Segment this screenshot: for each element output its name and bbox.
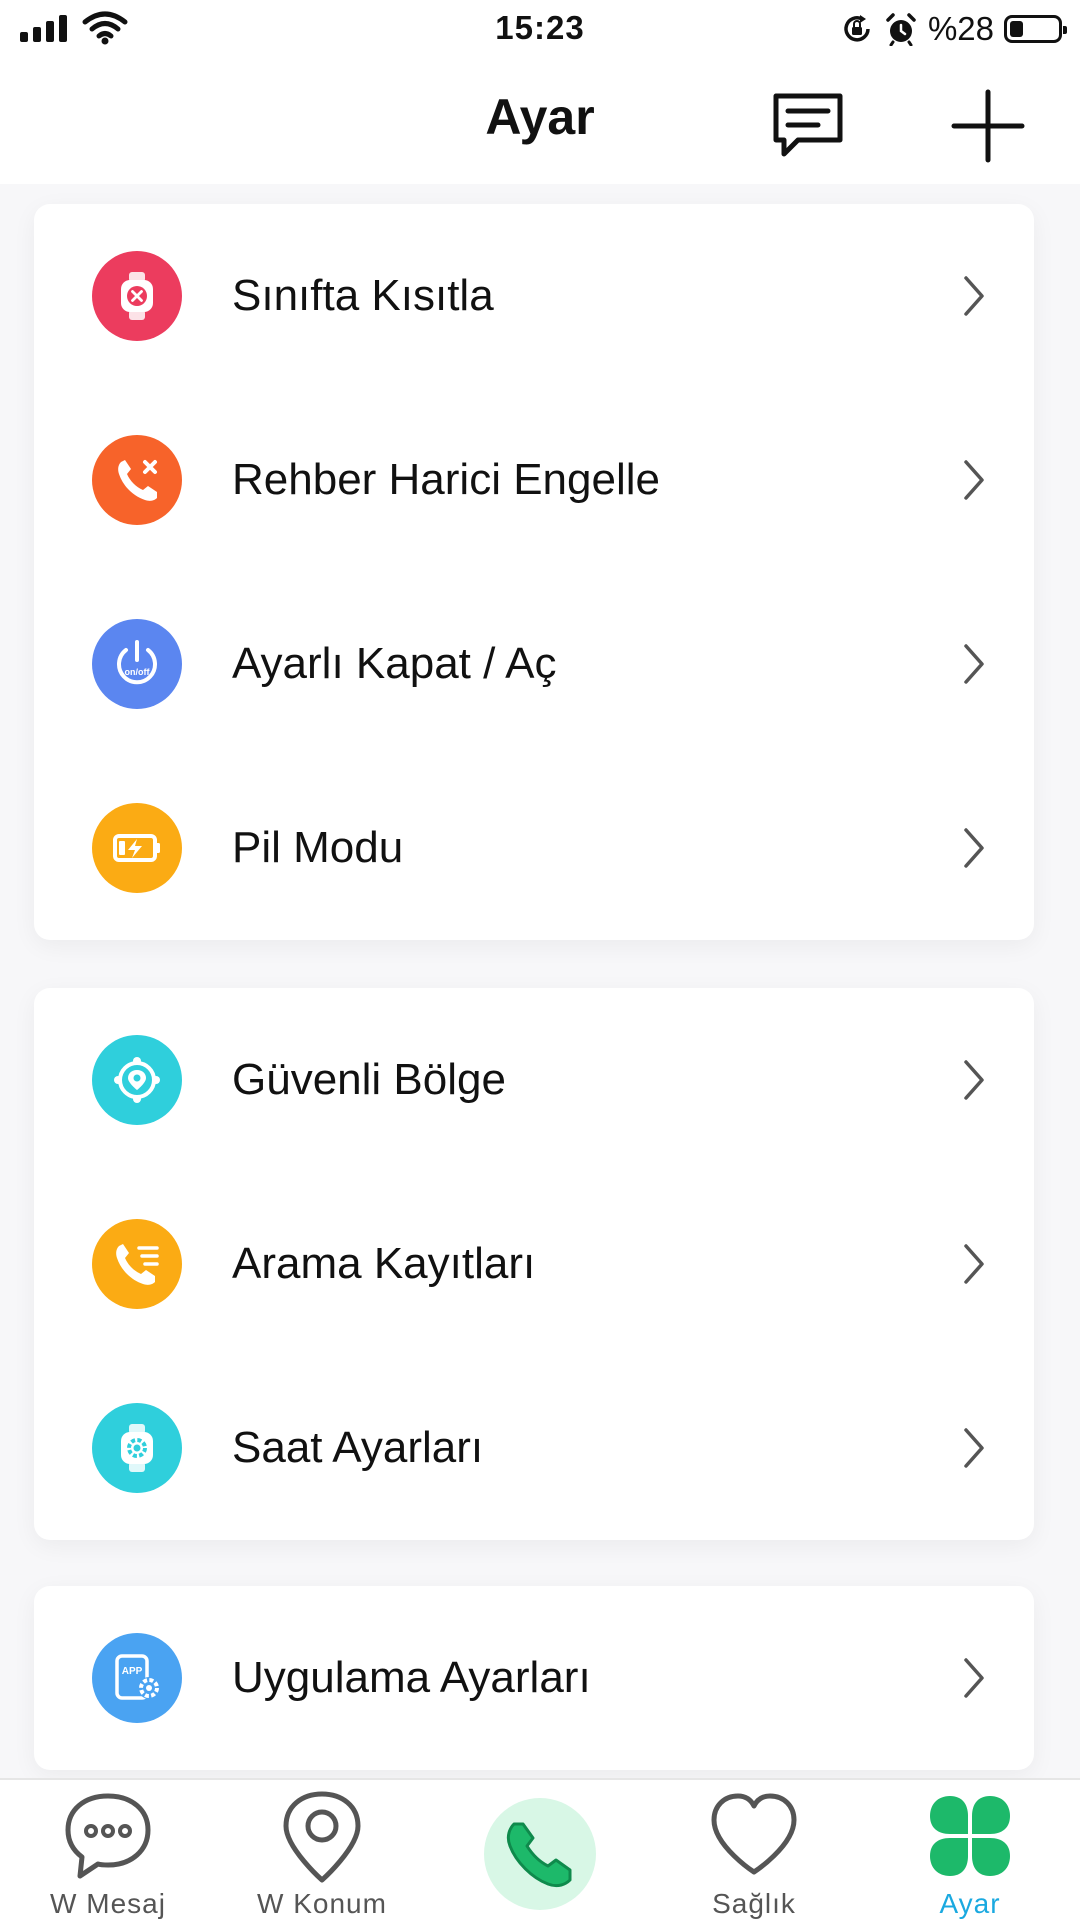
menu-item-label: Ayarlı Kapat / Aç: [232, 639, 557, 688]
app-settings-icon: APP: [92, 1633, 182, 1723]
tab-label: W Mesaj: [50, 1888, 166, 1919]
clover-icon: [930, 1796, 1010, 1876]
phone-icon: [506, 1822, 572, 1888]
menu-item-block-non-contacts[interactable]: Rehber Harici Engelle: [34, 388, 1034, 572]
menu-item-label: Uygulama Ayarları: [232, 1653, 591, 1702]
tab-label: W Konum: [257, 1888, 387, 1919]
menu-item-watch-settings[interactable]: Saat Ayarları: [34, 1356, 1034, 1540]
battery-percent: %28: [927, 10, 994, 47]
status-bar: 15:23 %28: [0, 0, 1080, 62]
location-pin-icon: [283, 1791, 361, 1883]
watch-settings-icon: [92, 1403, 182, 1493]
tab-bar: W Mesaj W Konum Sağlık Ayar: [0, 1778, 1080, 1922]
call-log-icon: [92, 1219, 182, 1309]
power-icon-text: on/off: [125, 667, 151, 677]
tab-w-mesaj[interactable]: W Mesaj: [18, 1780, 198, 1922]
settings-group-3: APP Uygulama Ayarları: [34, 1586, 1034, 1770]
chat-bubble-icon: [65, 1793, 151, 1879]
call-block-icon: [92, 435, 182, 525]
chevron-right-icon: [964, 828, 984, 868]
menu-item-label: Sınıfta Kısıtla: [232, 271, 494, 320]
tab-w-konum[interactable]: W Konum: [232, 1780, 412, 1922]
menu-item-call-log[interactable]: Arama Kayıtları: [34, 1172, 1034, 1356]
chevron-right-icon: [964, 1060, 984, 1100]
app-icon-text: APP: [122, 1666, 143, 1677]
menu-item-label: Pil Modu: [232, 823, 404, 872]
chevron-right-icon: [964, 1428, 984, 1468]
call-button[interactable]: [484, 1798, 596, 1910]
chevron-right-icon: [964, 644, 984, 684]
chevron-right-icon: [964, 460, 984, 500]
menu-item-safe-zone[interactable]: Güvenli Bölge: [34, 988, 1034, 1172]
message-icon: [773, 93, 843, 157]
menu-item-app-settings[interactable]: APP Uygulama Ayarları: [34, 1586, 1034, 1770]
tab-label: Sağlık: [712, 1888, 796, 1919]
orientation-lock-icon: [844, 15, 870, 42]
safe-zone-icon: [92, 1035, 182, 1125]
tab-label: Ayar: [939, 1888, 1001, 1919]
header: Ayar: [0, 62, 1080, 184]
alarm-icon: [886, 13, 916, 46]
settings-group-2: Güvenli Bölge Arama Kayıtları Saat Ayarl…: [34, 988, 1034, 1540]
settings-group-1: Sınıfta Kısıtla Rehber Harici Engelle on…: [34, 204, 1034, 940]
watch-block-icon: [92, 251, 182, 341]
tab-ayar[interactable]: Ayar: [880, 1780, 1060, 1922]
menu-item-label: Arama Kayıtları: [232, 1239, 536, 1288]
plus-icon: [951, 89, 1025, 163]
add-button[interactable]: [948, 86, 1028, 166]
battery-icon: [1004, 15, 1067, 43]
menu-item-class-restrict[interactable]: Sınıfta Kısıtla: [34, 204, 1034, 388]
tab-saglik[interactable]: Sağlık: [664, 1780, 844, 1922]
battery-charge-icon: [92, 803, 182, 893]
chevron-right-icon: [964, 1658, 984, 1698]
chevron-right-icon: [964, 276, 984, 316]
menu-item-label: Saat Ayarları: [232, 1423, 484, 1472]
menu-item-label: Rehber Harici Engelle: [232, 455, 660, 504]
menu-item-label: Güvenli Bölge: [232, 1055, 506, 1104]
heart-icon: [711, 1793, 797, 1875]
menu-item-battery-mode[interactable]: Pil Modu: [34, 756, 1034, 940]
message-button[interactable]: [768, 86, 848, 166]
power-icon: on/off: [92, 619, 182, 709]
menu-item-scheduled-power[interactable]: on/off Ayarlı Kapat / Aç: [34, 572, 1034, 756]
page-title: Ayar: [485, 89, 595, 145]
chevron-right-icon: [964, 1244, 984, 1284]
